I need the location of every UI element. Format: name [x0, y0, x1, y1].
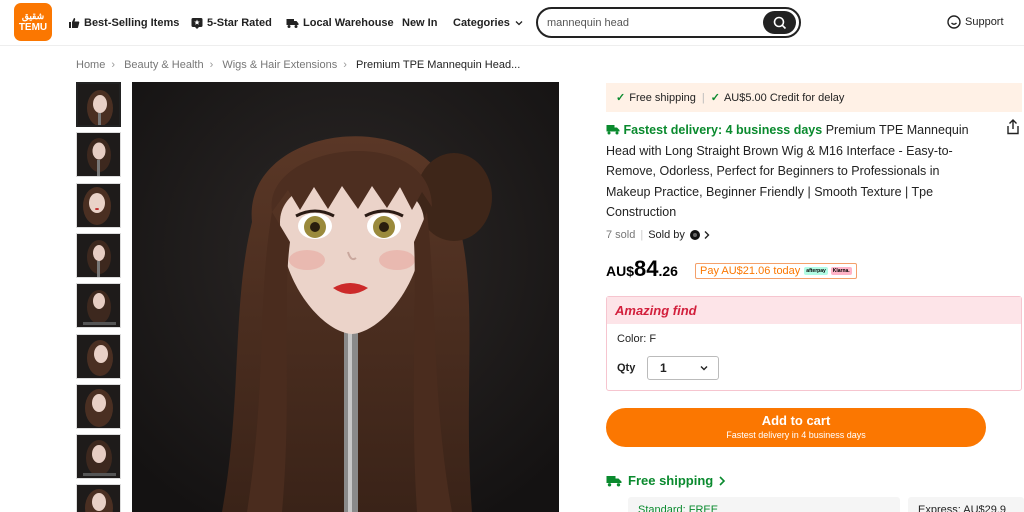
amazing-find-header: Amazing find [607, 297, 1021, 324]
promo-credit: AU$5.00 Credit for delay [723, 91, 845, 104]
add-to-cart-sublabel: Fastest delivery in 4 business days [726, 430, 866, 440]
express-shipping-label: Express: AU$29.9 [918, 504, 1007, 512]
nav-categories-label: Categories [453, 17, 510, 29]
nav-best-selling[interactable]: Best-Selling Items [68, 15, 179, 31]
thumbnail-image [87, 240, 111, 277]
nav-five-star-label: 5-Star Rated [207, 17, 272, 29]
nav-categories[interactable]: Categories [453, 15, 524, 31]
thumbnail-7[interactable] [76, 384, 121, 429]
nav-new-in-label: New In [402, 17, 438, 29]
share-button[interactable] [1006, 119, 1020, 140]
share-icon [1007, 119, 1019, 135]
temu-logo[interactable]: شقيق TEMU [14, 3, 52, 41]
chevron-down-icon [700, 366, 708, 371]
price-currency: AU$ [606, 263, 635, 279]
express-shipping-option[interactable]: Express: AU$29.9 [908, 497, 1024, 512]
support-link[interactable]: Support [947, 15, 1004, 29]
search-button[interactable] [763, 11, 796, 34]
promo-divider: | [701, 91, 705, 104]
breadcrumb: Home › Beauty & Health › Wigs & Hair Exten… [76, 59, 520, 71]
product-price: AU$ 84 .26 [606, 256, 678, 282]
breadcrumb-separator: › [343, 59, 347, 71]
thumbnail-8[interactable] [76, 434, 121, 479]
nav-five-star[interactable]: 5-Star Rated [191, 15, 272, 31]
amazing-find-label: Amazing find [615, 303, 697, 318]
search-input[interactable] [547, 15, 762, 31]
afterpay-logo: afterpay [804, 267, 828, 275]
breadcrumb-separator: › [111, 59, 116, 71]
standard-shipping-option[interactable]: Standard: FREE [628, 497, 900, 512]
check-icon: ✓ [616, 92, 626, 104]
chevron-down-icon [515, 21, 523, 26]
product-title: Premium TPE Mannequin Head with Long Str… [606, 123, 969, 219]
breadcrumb-separator: › [209, 59, 214, 71]
thumbnail-1[interactable] [76, 82, 121, 127]
promo-free-shipping: Free shipping [629, 91, 696, 104]
star-badge-icon [191, 18, 203, 29]
sold-info: 7 sold | Sold by [606, 229, 711, 241]
standard-shipping-label: Standard: FREE [638, 504, 719, 512]
logo-glyphs: شقيق [21, 11, 45, 21]
nav-new-in[interactable]: New In [402, 15, 437, 31]
klarna-logo: Klarna. [830, 267, 852, 275]
thumbnail-image [83, 290, 116, 325]
seller-logo-icon [689, 230, 700, 240]
thumbnail-9[interactable] [76, 484, 121, 512]
sold-separator: | [640, 229, 644, 241]
price-whole: 84 [634, 256, 659, 281]
thumbnail-image [87, 90, 113, 125]
price-cents: .26 [658, 263, 678, 279]
thumbnail-image [85, 489, 113, 512]
shipping-promo-bar: ✓ Free shipping | ✓ AU$5.00 Credit for d… [606, 83, 1022, 112]
qty-label: Qty [617, 362, 636, 374]
amazing-find-box: Amazing find Color: F Qty 1 [606, 296, 1022, 391]
fastest-delivery-text: Fastest delivery: 4 business days [623, 123, 823, 137]
search-icon [773, 16, 786, 29]
thumbnail-image [87, 138, 111, 176]
main-product-image[interactable] [132, 82, 559, 512]
breadcrumb-current: Premium TPE Mannequin Head... [355, 59, 521, 71]
search-bar [536, 7, 801, 38]
thumbnail-3[interactable] [76, 183, 121, 228]
breadcrumb-beauty-health[interactable]: Beauty & Health [124, 59, 204, 71]
sold-count: 7 sold [606, 229, 636, 241]
free-shipping-link[interactable]: Free shipping [606, 473, 727, 488]
thumbnail-6[interactable] [76, 334, 121, 379]
thumbnail-image [85, 389, 113, 427]
qty-value: 1 [660, 361, 667, 375]
truck-icon [286, 19, 299, 28]
thumbnail-4[interactable] [76, 233, 121, 278]
pay-later-badge[interactable]: Pay AU$21.06 today afterpay Klarna. [695, 263, 857, 279]
thumbnail-image [87, 340, 113, 376]
nav-local-warehouse-label: Local Warehouse [303, 17, 394, 29]
thumbnail-image [83, 440, 116, 476]
top-header: شقيق TEMU Best-Selling Items 5-Star Rate… [0, 0, 1024, 46]
thumbs-up-icon [69, 18, 80, 28]
logo-text: TEMU [18, 22, 48, 33]
thumbnail-2[interactable] [76, 132, 121, 177]
product-title-block: Fastest delivery: 4 business days Premiu… [606, 120, 986, 223]
add-to-cart-label: Add to cart [761, 413, 831, 428]
chevron-right-icon [704, 231, 710, 239]
nav-best-selling-label: Best-Selling Items [84, 17, 180, 29]
sold-by-label[interactable]: Sold by [648, 229, 685, 241]
nav-local-warehouse[interactable]: Local Warehouse [286, 15, 394, 31]
support-label: Support [965, 16, 1004, 28]
mannequin-head-illustration [132, 82, 559, 512]
support-smile-icon [947, 15, 961, 29]
check-icon: ✓ [710, 92, 720, 104]
free-shipping-label: Free shipping [628, 473, 714, 488]
chevron-right-icon [719, 475, 726, 486]
thumbnail-5[interactable] [76, 283, 121, 328]
pay-later-text: Pay AU$21.06 today [700, 265, 801, 277]
breadcrumb-home[interactable]: Home [76, 59, 105, 71]
thumbnail-image [83, 187, 111, 225]
delivery-truck-icon [606, 475, 622, 486]
qty-select[interactable]: 1 [647, 356, 719, 380]
breadcrumb-wigs[interactable]: Wigs & Hair Extensions [222, 59, 337, 71]
add-to-cart-button[interactable]: Add to cart Fastest delivery in 4 busine… [606, 408, 986, 447]
delivery-truck-icon [606, 125, 620, 135]
color-selection: Color: F [617, 333, 657, 345]
